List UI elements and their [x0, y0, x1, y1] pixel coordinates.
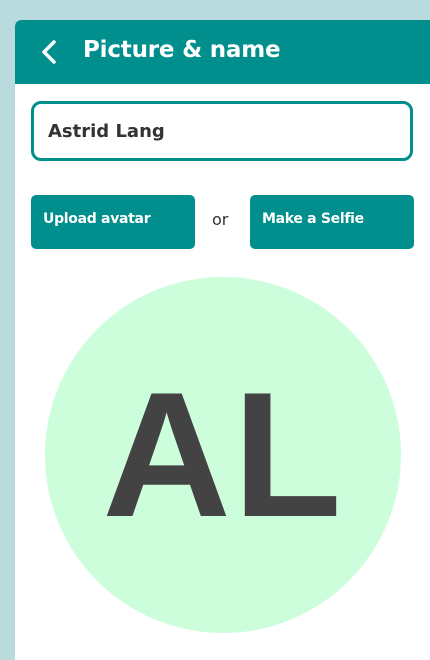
or-separator: or: [212, 210, 229, 229]
name-input[interactable]: [31, 101, 413, 161]
page-title: Picture & name: [83, 37, 281, 63]
upload-avatar-label: Upload avatar: [43, 211, 151, 227]
avatar-initials: AL: [102, 355, 344, 554]
header-bar: Picture & name: [15, 20, 430, 84]
picture-name-panel: Picture & name Upload avatar or Make a S…: [15, 20, 430, 660]
chevron-left-icon[interactable]: [37, 38, 63, 66]
make-selfie-label: Make a Selfie: [262, 211, 364, 227]
avatar: AL: [45, 277, 401, 633]
upload-avatar-button[interactable]: Upload avatar: [31, 195, 195, 249]
make-selfie-button[interactable]: Make a Selfie: [250, 195, 414, 249]
